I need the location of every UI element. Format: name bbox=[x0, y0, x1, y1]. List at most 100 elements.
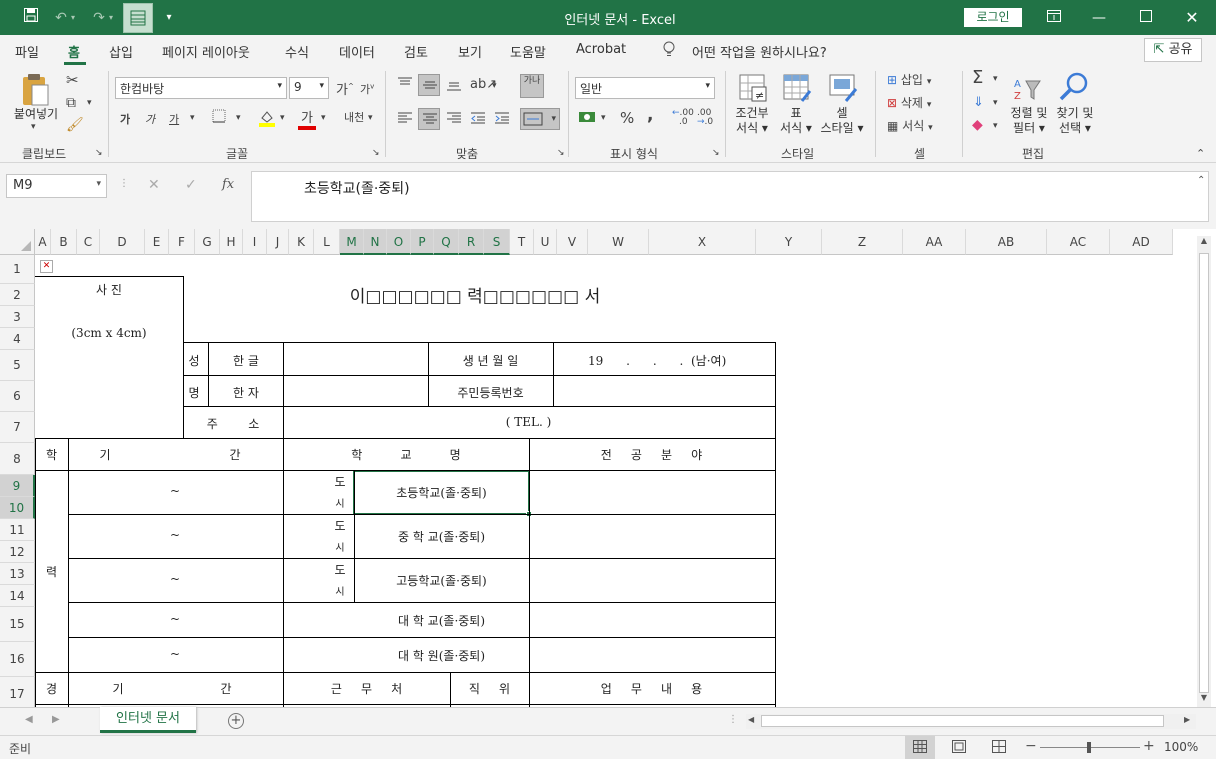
row-header[interactable]: 9 bbox=[0, 475, 35, 497]
row-header[interactable]: 15 bbox=[0, 607, 35, 642]
bold-button[interactable]: 가 bbox=[120, 111, 130, 127]
alignment-launcher-icon[interactable]: ↘ bbox=[557, 148, 565, 158]
tab-acrobat[interactable]: Acrobat bbox=[576, 42, 626, 57]
scroll-up-icon[interactable]: ▲ bbox=[1197, 236, 1211, 250]
column-header[interactable]: O bbox=[387, 229, 411, 255]
row-header[interactable]: 3 bbox=[0, 306, 35, 328]
column-header[interactable]: D bbox=[100, 229, 145, 255]
row-header[interactable]: 12 bbox=[0, 541, 35, 563]
cut-icon[interactable]: ✂ bbox=[66, 71, 79, 89]
column-header[interactable]: Q bbox=[434, 229, 459, 255]
save-icon[interactable] bbox=[20, 7, 42, 29]
underline-button[interactable]: 가 bbox=[169, 111, 179, 127]
font-launcher-icon[interactable]: ↘ bbox=[372, 148, 380, 158]
align-bottom-icon[interactable] bbox=[446, 77, 462, 94]
column-header[interactable]: K bbox=[289, 229, 314, 255]
column-header[interactable]: X bbox=[649, 229, 756, 255]
fill-dropdown-icon[interactable]: ▾ bbox=[993, 98, 998, 108]
orientation-dropdown-icon[interactable]: ▾ bbox=[492, 81, 497, 91]
column-header[interactable]: Z bbox=[822, 229, 903, 255]
tab-scroll-left-icon[interactable]: ◀ bbox=[25, 714, 33, 725]
name-box[interactable]: M9 ▾ bbox=[6, 174, 107, 198]
underline-dropdown-icon[interactable]: ▾ bbox=[190, 113, 195, 123]
conditional-format-icon[interactable]: ≠ bbox=[738, 73, 768, 106]
row-header[interactable]: 10 bbox=[0, 497, 35, 519]
clear-icon[interactable]: ◆ bbox=[972, 117, 983, 133]
delete-cells-button[interactable]: ⊠ 삭제 ▾ bbox=[887, 94, 931, 111]
tab-insert[interactable]: 삽입 bbox=[109, 42, 133, 61]
column-header[interactable]: C bbox=[77, 229, 100, 255]
wrap-text-button[interactable]: 가나 bbox=[520, 74, 544, 98]
tab-scroll-right-icon[interactable]: ▶ bbox=[52, 714, 60, 725]
column-header[interactable]: R bbox=[459, 229, 484, 255]
paste-button[interactable]: 붙여넣기 bbox=[10, 107, 62, 122]
collapse-ribbon-icon[interactable]: ⌃ bbox=[1196, 147, 1205, 160]
minimize-icon[interactable]: — bbox=[1088, 7, 1110, 29]
column-header[interactable]: V bbox=[557, 229, 588, 255]
border-dropdown-icon[interactable]: ▾ bbox=[236, 113, 241, 123]
column-header[interactable]: AA bbox=[903, 229, 966, 255]
column-header[interactable]: I bbox=[243, 229, 267, 255]
customize-qat-icon[interactable]: ▾ bbox=[158, 7, 180, 29]
percent-button[interactable]: % bbox=[620, 109, 634, 127]
clipboard-launcher-icon[interactable]: ↘ bbox=[95, 148, 103, 158]
column-header[interactable]: F bbox=[169, 229, 195, 255]
hscroll-right-icon[interactable]: ▶ bbox=[1184, 715, 1190, 724]
vertical-scrollbar[interactable]: ▲ ▼ bbox=[1197, 236, 1211, 707]
fill-color-icon[interactable] bbox=[258, 109, 276, 130]
decrease-font-icon[interactable]: 가v bbox=[360, 81, 374, 97]
formula-input[interactable]: 초등학교(졸·중퇴) bbox=[251, 171, 1209, 222]
column-header[interactable]: M bbox=[340, 229, 364, 255]
format-table-icon[interactable] bbox=[782, 73, 812, 106]
comma-button[interactable]: , bbox=[647, 105, 653, 125]
column-header[interactable]: G bbox=[195, 229, 220, 255]
maximize-icon[interactable] bbox=[1135, 7, 1157, 29]
row-header[interactable]: 13 bbox=[0, 563, 35, 585]
copy-icon[interactable]: ⧉ bbox=[66, 95, 76, 111]
hscroll-left-icon[interactable]: ◀ bbox=[748, 715, 754, 724]
merge-center-icon[interactable]: ▾ bbox=[520, 108, 560, 130]
active-cell-m9[interactable] bbox=[353, 470, 530, 515]
font-color-dropdown-icon[interactable]: ▾ bbox=[321, 113, 326, 123]
increase-font-icon[interactable]: 가^ bbox=[336, 79, 354, 98]
row-header[interactable]: 11 bbox=[0, 519, 35, 541]
sort-filter-button[interactable]: 정렬 및 필터 ▾ bbox=[1006, 106, 1052, 136]
decrease-decimal-button[interactable]: .00 →.0 bbox=[697, 109, 713, 127]
align-middle-icon[interactable] bbox=[418, 74, 440, 96]
format-table-button[interactable]: 표 서식 ▾ bbox=[774, 106, 818, 136]
row-header[interactable]: 2 bbox=[0, 284, 35, 306]
column-header[interactable]: T bbox=[510, 229, 534, 255]
confirm-entry-icon[interactable]: ✓ bbox=[185, 177, 197, 193]
font-size-combo[interactable]: 9 ▾ bbox=[289, 77, 329, 99]
column-header[interactable]: P bbox=[411, 229, 434, 255]
fill-icon[interactable]: ⇓ bbox=[973, 95, 984, 110]
cell-styles-icon[interactable] bbox=[828, 73, 858, 106]
horizontal-scrollbar[interactable]: ◀ ▶ bbox=[746, 714, 1196, 729]
paste-dropdown-icon[interactable]: ▾ bbox=[31, 122, 36, 132]
expand-formula-icon[interactable]: ⌃ bbox=[1197, 175, 1205, 186]
tab-home[interactable]: 홈 bbox=[68, 42, 80, 61]
row-header[interactable]: 16 bbox=[0, 642, 35, 677]
row-header[interactable]: 6 bbox=[0, 381, 35, 412]
undo-dropdown-icon[interactable]: ▾ bbox=[68, 7, 78, 29]
accounting-format-icon[interactable] bbox=[578, 109, 596, 128]
column-header[interactable]: E bbox=[145, 229, 169, 255]
row-header[interactable]: 5 bbox=[0, 350, 35, 381]
zoom-level[interactable]: 100% bbox=[1164, 740, 1198, 754]
column-header[interactable]: B bbox=[51, 229, 77, 255]
column-header[interactable]: U bbox=[534, 229, 557, 255]
tab-file[interactable]: 파일 bbox=[15, 42, 39, 61]
page-layout-view-icon[interactable] bbox=[952, 740, 966, 756]
column-header[interactable]: Y bbox=[756, 229, 822, 255]
font-color-button[interactable]: 가 bbox=[298, 107, 316, 130]
column-header[interactable]: L bbox=[314, 229, 340, 255]
number-format-combo[interactable]: 일반 ▾ bbox=[575, 77, 715, 99]
border-icon[interactable] bbox=[212, 109, 226, 126]
column-header[interactable]: A bbox=[35, 229, 51, 255]
tab-view[interactable]: 보기 bbox=[458, 42, 482, 61]
find-select-icon[interactable] bbox=[1058, 71, 1090, 106]
ribbon-display-icon[interactable] bbox=[1043, 7, 1065, 29]
select-all-corner[interactable] bbox=[0, 229, 35, 255]
tab-formulas[interactable]: 수식 bbox=[285, 42, 309, 61]
row-header[interactable]: 1 bbox=[0, 255, 35, 284]
